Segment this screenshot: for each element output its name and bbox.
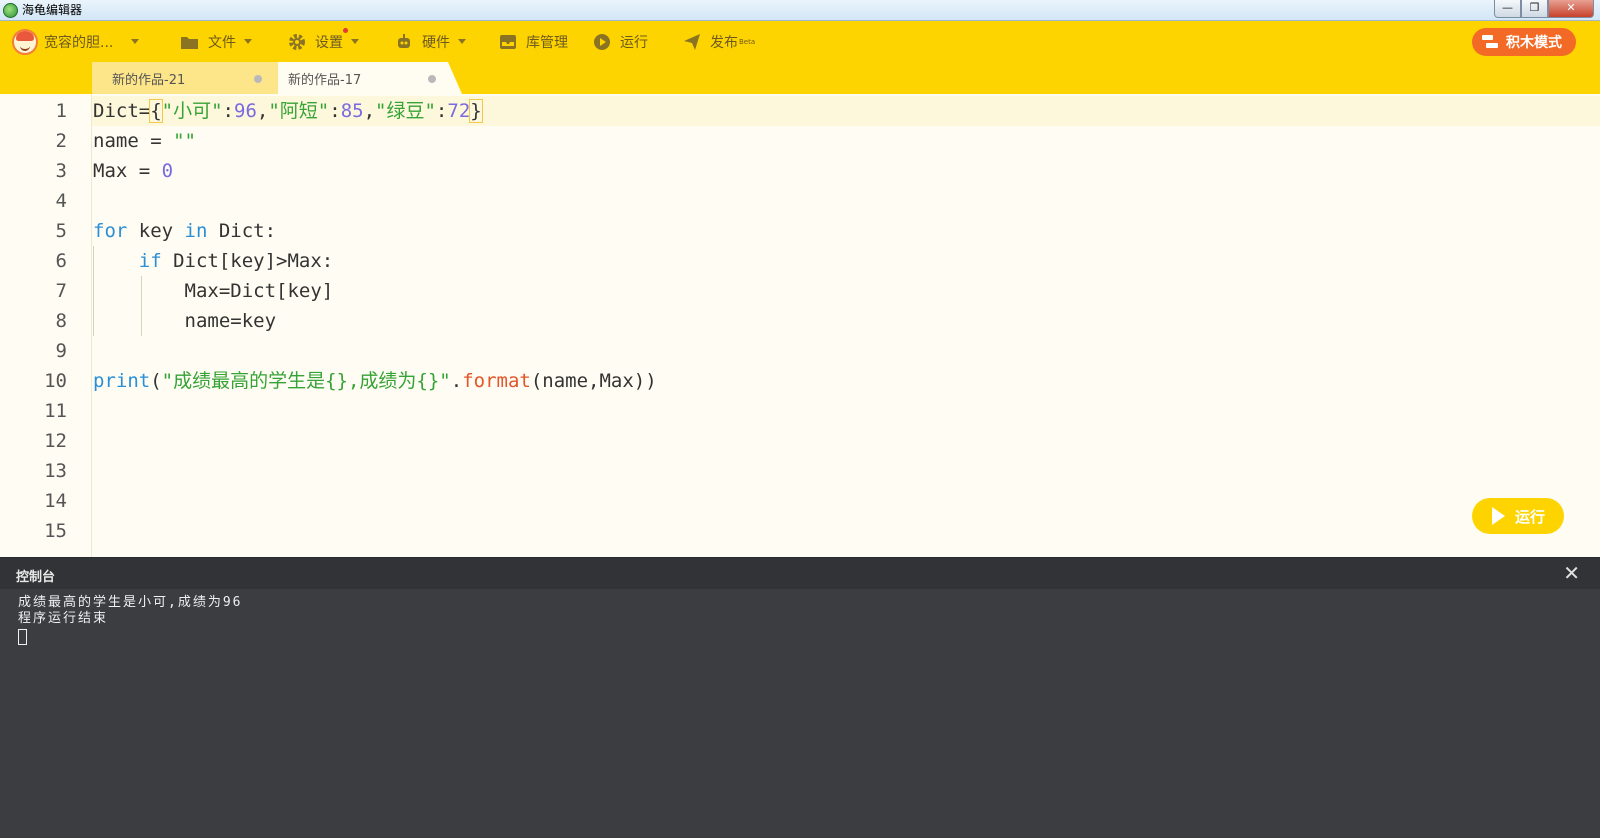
file-menu-label: 文件 [208, 34, 236, 51]
window-title-bar: 海龟编辑器 — ❐ ✕ [0, 0, 1600, 21]
blocks-icon [1482, 35, 1498, 49]
hardware-menu-label: 硬件 [422, 34, 450, 51]
beta-badge: Beta [739, 37, 756, 46]
tab-label: 新的作品-21 [112, 72, 186, 88]
file-tabs: 新的作品-21 新的作品-17 [0, 62, 1600, 94]
maximize-button[interactable]: ❐ [1521, 0, 1548, 18]
minimize-button[interactable]: — [1494, 0, 1521, 18]
line-number: 5 [55, 220, 67, 242]
chevron-down-icon [351, 39, 359, 44]
line-number: 2 [55, 130, 67, 152]
notification-dot [343, 28, 348, 33]
close-window-button[interactable]: ✕ [1548, 0, 1594, 18]
robot-icon [394, 32, 414, 52]
console-line: 成绩最高的学生是小可,成绩为96 [18, 595, 243, 610]
code-line-2: name = "" [93, 130, 196, 152]
line-number: 1 [55, 100, 67, 122]
publish-button[interactable]: 发布 Beta [682, 21, 755, 62]
tab-new-work-21[interactable]: 新的作品-21 [92, 62, 278, 94]
block-mode-button[interactable]: 积木模式 [1472, 28, 1576, 56]
settings-menu-label: 设置 [315, 34, 343, 51]
console-output[interactable]: 成绩最高的学生是小可,成绩为96 程序运行结束 [18, 595, 242, 650]
library-manager-label: 库管理 [526, 34, 568, 51]
line-number: 15 [44, 520, 67, 542]
chevron-down-icon [244, 39, 252, 44]
code-editor[interactable]: 1 2 3 4 5 6 7 8 9 10 11 12 13 14 15 Dict… [0, 94, 1600, 557]
app-logo-icon [3, 3, 18, 18]
code-line-8: name=key [93, 310, 277, 332]
line-number-gutter: 1 2 3 4 5 6 7 8 9 10 11 12 13 14 15 [0, 94, 92, 557]
line-number: 11 [44, 400, 67, 422]
chevron-down-icon [458, 39, 466, 44]
main-toolbar: 宽容的胆... 文件 设置 硬件 库管理 运行 发布 Beta 积木模式 [0, 21, 1600, 62]
line-number: 14 [44, 490, 67, 512]
line-number: 9 [55, 340, 67, 362]
file-menu[interactable]: 文件 [180, 21, 252, 62]
console-panel: 控制台 ✕ 成绩最高的学生是小可,成绩为96 程序运行结束 [0, 557, 1600, 838]
inbox-icon [498, 32, 518, 52]
code-line-3: Max = 0 [93, 160, 174, 182]
folder-icon [180, 32, 200, 52]
send-icon [682, 32, 702, 52]
line-number: 8 [55, 310, 67, 332]
run-menu-label: 运行 [620, 34, 648, 51]
play-icon [1492, 507, 1505, 525]
console-title: 控制台 [16, 570, 56, 585]
line-number: 12 [44, 430, 67, 452]
play-circle-icon [592, 32, 612, 52]
chevron-down-icon [131, 39, 140, 44]
code-line-7: Max=Dict[key] [93, 280, 334, 302]
console-header: 控制台 ✕ [0, 557, 1600, 589]
code-content[interactable]: Dict={"小可":96,"阿短":85,"绿豆":72} name = ""… [93, 96, 657, 396]
settings-menu[interactable]: 设置 [287, 21, 359, 62]
tab-new-work-17[interactable]: 新的作品-17 [278, 62, 462, 94]
code-line-1: Dict={"小可":96,"阿短":85,"绿豆":72} [93, 99, 483, 123]
avatar [12, 28, 38, 55]
library-manager-button[interactable]: 库管理 [498, 21, 568, 62]
code-line-6: if Dict[key]>Max: [138, 250, 334, 272]
tab-label: 新的作品-17 [288, 72, 362, 88]
line-number: 4 [55, 190, 67, 212]
console-cursor [18, 629, 27, 645]
publish-label: 发布 [710, 34, 738, 51]
floating-run-button[interactable]: 运行 [1472, 498, 1564, 534]
close-icon[interactable]: ✕ [1563, 562, 1580, 584]
run-button-label: 运行 [1515, 507, 1546, 526]
line-number: 7 [55, 280, 67, 302]
block-mode-label: 积木模式 [1506, 35, 1562, 51]
tab-close-dot-icon[interactable] [428, 75, 436, 83]
user-menu[interactable]: 宽容的胆... [12, 21, 140, 62]
line-number: 3 [55, 160, 67, 182]
window-controls: — ❐ ✕ [1494, 0, 1594, 18]
console-line: 程序运行结束 [18, 611, 109, 626]
run-menu-button[interactable]: 运行 [592, 21, 648, 62]
code-line-5: for key in Dict: [93, 220, 277, 242]
line-number: 13 [44, 460, 67, 482]
window-title: 海龟编辑器 [22, 3, 83, 17]
gear-icon [287, 32, 307, 52]
tab-close-dot-icon[interactable] [254, 75, 262, 83]
line-number: 10 [44, 370, 67, 392]
code-line-10: print("成绩最高的学生是{},成绩为{}".format(name,Max… [93, 370, 657, 392]
line-number: 6 [55, 250, 67, 272]
hardware-menu[interactable]: 硬件 [394, 21, 466, 62]
user-name: 宽容的胆... [44, 34, 114, 51]
